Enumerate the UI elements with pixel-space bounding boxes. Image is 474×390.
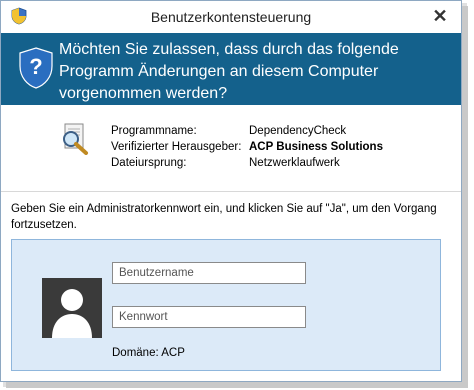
uac-question: Möchten Sie zulassen, dass durch das fol… <box>59 41 399 102</box>
program-name-value: DependencyCheck <box>249 125 347 137</box>
title-bar: Benutzerkontensteuerung ✕ <box>1 1 461 33</box>
credential-panel: Domäne: ACP <box>11 239 441 371</box>
username-input[interactable] <box>112 262 306 284</box>
password-input[interactable] <box>112 306 306 328</box>
svg-text:?: ? <box>29 54 42 79</box>
program-name-label: Programmname: <box>111 125 197 137</box>
uac-dialog: Benutzerkontensteuerung ✕ ? Möchten Sie … <box>0 0 462 382</box>
help-shield-icon: ? <box>19 47 53 89</box>
user-silhouette-icon <box>42 278 102 338</box>
uac-banner: ? Möchten Sie zulassen, dass durch das f… <box>1 33 461 105</box>
magnifier-document-icon <box>63 123 88 155</box>
close-button[interactable]: ✕ <box>427 5 453 27</box>
window-title: Benutzerkontensteuerung <box>150 9 312 25</box>
domain-label: Domäne: ACP <box>112 347 185 359</box>
divider <box>1 191 461 192</box>
origin-value: Netzwerklaufwerk <box>249 157 340 169</box>
publisher-label: Verifizierter Herausgeber: <box>111 141 242 153</box>
publisher-value: ACP Business Solutions <box>249 141 383 153</box>
origin-label: Dateiursprung: <box>111 157 187 169</box>
credential-instruction: Geben Sie ein Administratorkennwort ein,… <box>11 203 437 231</box>
